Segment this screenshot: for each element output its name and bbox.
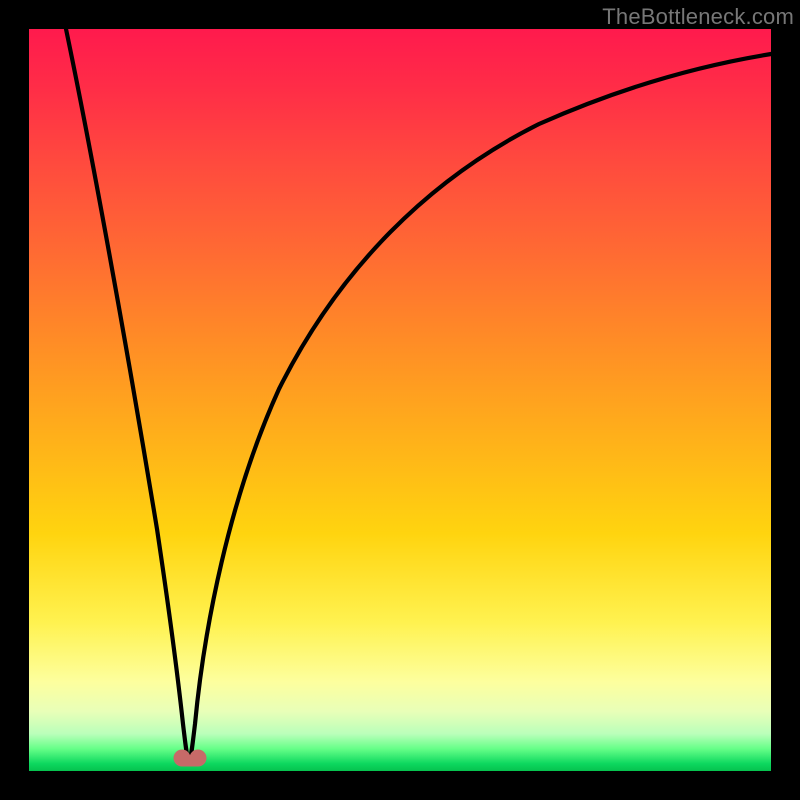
watermark-text: TheBottleneck.com bbox=[602, 4, 794, 30]
chart-frame bbox=[29, 29, 771, 771]
chart-svg bbox=[29, 29, 771, 771]
bottleneck-curve bbox=[66, 29, 771, 761]
